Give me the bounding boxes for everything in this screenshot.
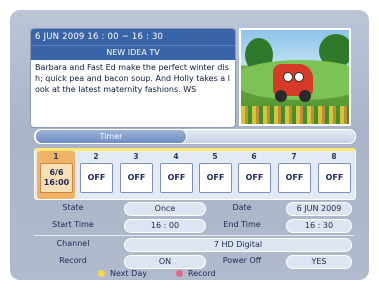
next-day-hint: Next Day (110, 269, 147, 278)
mower-eye (283, 72, 293, 82)
mower-wheel (299, 90, 311, 102)
power-off-label: Power Off (222, 256, 262, 265)
program-preview-image (239, 28, 351, 126)
section-title: Timer (35, 129, 187, 144)
program-description: Barbara and Fast Ed make the perfect win… (35, 63, 230, 94)
timer-slot-value: OFF (160, 163, 193, 193)
mower-wheel (275, 90, 287, 102)
button-legend: Next Day Record (10, 268, 369, 280)
start-time-label: Start Time (52, 220, 94, 229)
timer-slot-number: 5 (212, 152, 218, 161)
program-info-panel: 6 JUN 2009 16 : 00 ~ 16 : 30 NEW IDEA TV… (30, 28, 236, 128)
state-date-row: State Once Date 6 JUN 2009 (34, 201, 354, 216)
preview-flowers (241, 106, 349, 124)
timer-slot-value: OFF (80, 163, 113, 193)
channel-row: Channel 7 HD Digital (34, 237, 354, 252)
divider (34, 235, 354, 236)
timer-slot-number: 6 (251, 152, 257, 161)
end-time-field[interactable]: 16 : 30 (286, 219, 352, 233)
timer-slot-number: 2 (93, 152, 99, 161)
timer-slot-value: 6/6 16:00 (40, 163, 73, 193)
timer-slot-value: OFF (318, 163, 351, 193)
program-title: NEW IDEA TV (31, 45, 235, 60)
date-field[interactable]: 6 JUN 2009 (286, 202, 352, 216)
timer-slot-number: 1 (53, 152, 59, 161)
start-time-field[interactable]: 16 : 00 (124, 219, 206, 233)
channel-label: Channel (56, 239, 90, 248)
timer-slot-8[interactable]: 8 OFF (315, 151, 353, 199)
timer-slot-5[interactable]: 5 OFF (196, 151, 234, 199)
section-header: Timer (34, 129, 356, 144)
yellow-button-icon (98, 270, 105, 277)
timer-slot-7[interactable]: 7 OFF (275, 151, 313, 199)
time-row: Start Time 16 : 00 End Time 16 : 30 (34, 218, 354, 233)
channel-field[interactable]: 7 HD Digital (124, 238, 352, 252)
timer-screen: 6 JUN 2009 16 : 00 ~ 16 : 30 NEW IDEA TV… (10, 10, 369, 280)
state-field[interactable]: Once (124, 202, 206, 216)
record-field[interactable]: ON (124, 255, 206, 269)
timer-slot-value: OFF (278, 163, 311, 193)
date-label: Date (232, 203, 252, 212)
timer-slot-value: OFF (120, 163, 153, 193)
record-power-row: Record ON Power Off YES (34, 254, 354, 269)
record-label: Record (59, 256, 87, 265)
timer-slots: 1 6/6 16:00 2 OFF 3 OFF 4 OFF 5 OFF 6 OF… (34, 148, 356, 200)
timer-slot-number: 8 (331, 152, 337, 161)
red-button-icon (176, 270, 183, 277)
timer-slot-2[interactable]: 2 OFF (77, 151, 115, 199)
timer-slot-6[interactable]: 6 OFF (235, 151, 273, 199)
timer-slot-number: 4 (173, 152, 179, 161)
power-off-field[interactable]: YES (286, 255, 352, 269)
timer-slot-1[interactable]: 1 6/6 16:00 (37, 151, 75, 199)
timer-slot-4[interactable]: 4 OFF (157, 151, 195, 199)
timer-slot-number: 3 (133, 152, 139, 161)
timer-slot-value: OFF (199, 163, 232, 193)
timer-slot-3[interactable]: 3 OFF (117, 151, 155, 199)
state-label: State (62, 203, 84, 212)
preview-mower-character (273, 64, 313, 102)
mower-eye (294, 72, 304, 82)
timer-slot-number: 7 (291, 152, 297, 161)
end-time-label: End Time (223, 220, 261, 229)
record-hint: Record (188, 269, 216, 278)
program-time: 6 JUN 2009 16 : 00 ~ 16 : 30 (31, 29, 235, 45)
timer-slot-value: OFF (238, 163, 271, 193)
